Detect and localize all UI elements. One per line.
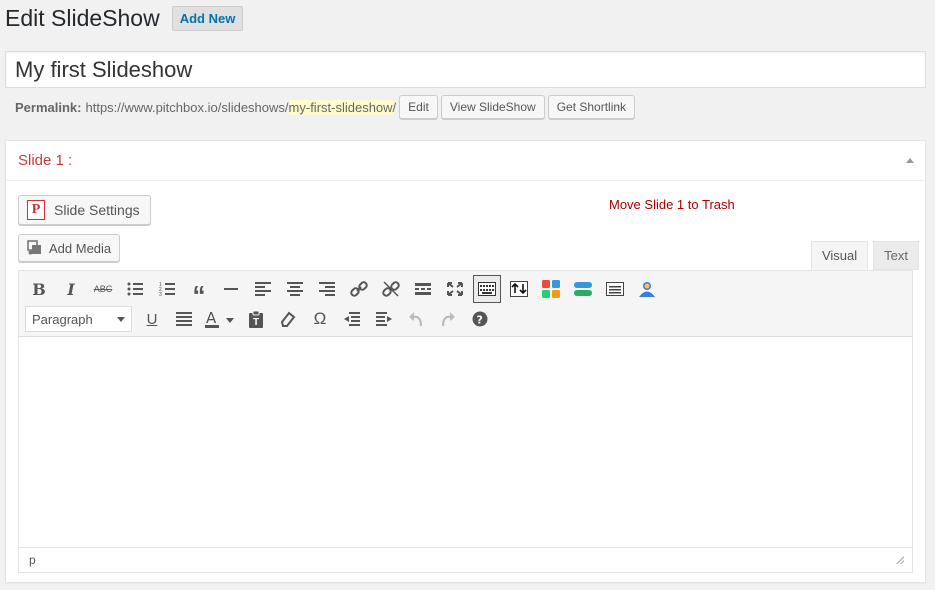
collapse-arrow-icon[interactable] <box>906 158 914 163</box>
editor-content-area[interactable] <box>19 337 912 547</box>
redo-icon[interactable] <box>432 305 464 333</box>
underline-icon[interactable]: U <box>136 305 168 333</box>
format-select[interactable]: Paragraph <box>25 306 132 332</box>
help-icon[interactable]: ? <box>464 305 496 333</box>
editor-tabs: Visual Text <box>806 241 919 270</box>
align-right-icon[interactable] <box>311 275 343 303</box>
text-color-icon[interactable]: A <box>200 305 240 333</box>
add-new-button[interactable]: Add New <box>171 5 244 31</box>
slide-panel-header[interactable]: Slide 1 : <box>6 141 925 181</box>
bulleted-list-icon[interactable] <box>119 275 151 303</box>
tab-text[interactable]: Text <box>873 241 919 270</box>
upload-icon[interactable] <box>503 275 535 303</box>
element-path[interactable]: p <box>29 553 36 567</box>
paste-text-icon[interactable]: T <box>240 305 272 333</box>
outdent-icon[interactable] <box>336 305 368 333</box>
strikethrough-icon[interactable]: ABC <box>87 275 119 303</box>
svg-text:?: ? <box>477 314 483 327</box>
slide-settings-button[interactable]: P Slide Settings <box>18 195 151 225</box>
add-media-label: Add Media <box>49 240 112 256</box>
italic-icon[interactable]: I <box>55 275 87 303</box>
align-center-icon[interactable] <box>279 275 311 303</box>
align-left-icon[interactable] <box>247 275 279 303</box>
permalink-slug[interactable]: my-first-slideshow <box>288 99 393 115</box>
permalink-trailing: / <box>392 99 397 115</box>
format-select-value: Paragraph <box>32 311 93 327</box>
grid-icon[interactable] <box>535 275 567 303</box>
tab-visual[interactable]: Visual <box>810 241 869 270</box>
page-title: Edit SlideShow <box>5 4 160 31</box>
layers-icon[interactable] <box>567 275 599 303</box>
toolbar-row-2: Paragraph U A T Ω ? <box>23 304 912 334</box>
view-slideshow-button[interactable]: View SlideShow <box>440 95 545 119</box>
numbered-list-icon[interactable]: 123 <box>151 275 183 303</box>
chevron-down-icon <box>117 316 125 322</box>
pitchbox-logo-icon: P <box>27 200 45 220</box>
clear-format-icon[interactable] <box>272 305 304 333</box>
add-media-icon <box>27 240 43 256</box>
rich-text-editor: B I ABC 123 “ Paragraph U A T Ω ? p <box>18 270 913 573</box>
blockquote-icon[interactable]: “ <box>183 275 215 310</box>
resize-handle-icon[interactable] <box>896 556 904 564</box>
remove-link-icon[interactable] <box>375 275 407 303</box>
insert-link-icon[interactable] <box>343 275 375 303</box>
slide-title: Slide 1 : <box>18 152 73 169</box>
editor-status-bar: p <box>19 547 912 572</box>
horizontal-line-icon[interactable] <box>215 275 247 303</box>
svg-text:T: T <box>253 317 259 328</box>
bold-icon[interactable]: B <box>23 275 55 303</box>
justify-icon[interactable] <box>168 305 200 333</box>
undo-icon[interactable] <box>400 305 432 333</box>
special-char-icon[interactable]: Ω <box>304 305 336 333</box>
read-more-icon[interactable] <box>407 275 439 303</box>
permalink-base-url: https://www.pitchbox.io/slideshows/ <box>85 99 289 115</box>
slide-settings-label: Slide Settings <box>54 202 140 218</box>
toolbar-row-1: B I ABC 123 “ <box>23 274 912 310</box>
notes-icon[interactable] <box>599 275 631 303</box>
toolbar-toggle-icon[interactable] <box>473 275 501 303</box>
indent-icon[interactable] <box>368 305 400 333</box>
title-input[interactable] <box>5 51 926 88</box>
svg-text:3: 3 <box>159 292 162 296</box>
permalink-label: Permalink: <box>15 99 82 115</box>
edit-permalink-button[interactable]: Edit <box>399 95 438 119</box>
page-heading: Edit SlideShow Add New <box>5 4 244 32</box>
slide-panel: Slide 1 : P Slide Settings Move Slide 1 … <box>5 140 926 583</box>
fullscreen-icon[interactable] <box>439 275 471 303</box>
user-icon[interactable] <box>631 275 663 303</box>
add-media-button[interactable]: Add Media <box>18 234 121 262</box>
get-shortlink-button[interactable]: Get Shortlink <box>547 95 636 119</box>
editor-toolbar: B I ABC 123 “ Paragraph U A T Ω ? <box>19 271 912 337</box>
move-to-trash-link[interactable]: Move Slide 1 to Trash <box>609 197 735 212</box>
svg-text:A: A <box>206 310 217 327</box>
permalink-row: Permalink: https://www.pitchbox.io/slide… <box>15 95 636 119</box>
